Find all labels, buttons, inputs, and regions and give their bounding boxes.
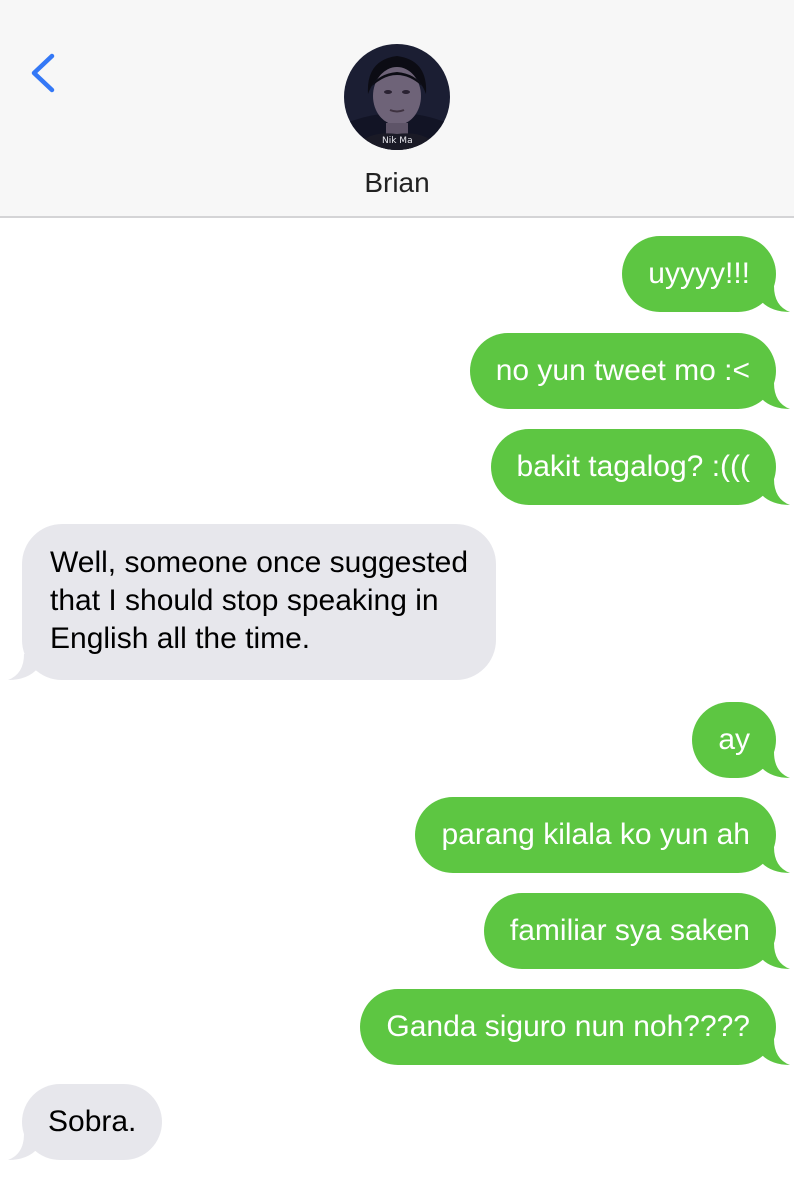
bubble-tail bbox=[760, 943, 790, 969]
sent-message-bubble[interactable]: uyyyy!!! bbox=[622, 236, 790, 312]
message-text: Ganda siguro nun noh???? bbox=[386, 1010, 750, 1043]
message-row: familiar sya saken bbox=[483, 893, 790, 969]
contact-name: Brian bbox=[364, 167, 430, 198]
message-row: Well, someone once suggested that I shou… bbox=[8, 524, 497, 682]
message-text-line: English all the time. bbox=[50, 622, 311, 655]
bubble-tail bbox=[8, 654, 38, 680]
bubble-tail bbox=[760, 752, 790, 778]
message-row: bakit tagalog? :((( bbox=[490, 429, 790, 505]
sent-message-bubble[interactable]: no yun tweet mo :< bbox=[469, 333, 790, 409]
sent-message-bubble[interactable]: Ganda siguro nun noh???? bbox=[360, 989, 790, 1065]
bubble-tail bbox=[760, 847, 790, 873]
message-text-line: that I should stop speaking in bbox=[50, 584, 439, 617]
contact-avatar[interactable]: Nik Ma bbox=[344, 44, 450, 150]
message-row: Sobra. bbox=[8, 1084, 163, 1160]
conversation-header: Nik Ma Brian bbox=[0, 0, 794, 218]
sent-message-bubble[interactable]: bakit tagalog? :((( bbox=[490, 429, 790, 505]
bubble-tail bbox=[760, 479, 790, 505]
message-text: ay bbox=[718, 723, 750, 756]
bubble-tail bbox=[760, 383, 790, 409]
bubble-tail bbox=[760, 1039, 790, 1065]
sent-message-bubble[interactable]: parang kilala ko yun ah bbox=[415, 797, 790, 873]
message-text: familiar sya saken bbox=[509, 914, 750, 947]
message-row: uyyyy!!! bbox=[622, 236, 790, 312]
message-text-line: Well, someone once suggested bbox=[50, 546, 469, 579]
message-text: bakit tagalog? :((( bbox=[516, 450, 750, 483]
message-row: Ganda siguro nun noh???? bbox=[360, 989, 790, 1065]
bubble-tail bbox=[760, 286, 790, 312]
back-button[interactable] bbox=[22, 48, 62, 98]
received-message-bubble[interactable]: Well, someone once suggested that I shou… bbox=[8, 524, 497, 680]
message-text: Sobra. bbox=[48, 1105, 137, 1138]
message-row: ay bbox=[692, 702, 790, 778]
message-row: parang kilala ko yun ah bbox=[415, 797, 790, 873]
sent-message-bubble[interactable]: ay bbox=[692, 702, 790, 778]
sent-message-bubble[interactable]: familiar sya saken bbox=[483, 893, 790, 969]
message-text: no yun tweet mo :< bbox=[495, 354, 750, 387]
message-row: no yun tweet mo :< bbox=[469, 333, 790, 409]
bubble-tail bbox=[8, 1134, 38, 1160]
received-message-bubble[interactable]: Sobra. bbox=[8, 1084, 163, 1160]
chevron-left-icon bbox=[31, 53, 55, 93]
message-text: parang kilala ko yun ah bbox=[441, 818, 750, 851]
avatar-shirt-text: Nik Ma bbox=[382, 136, 413, 146]
message-text: uyyyy!!! bbox=[648, 257, 750, 290]
